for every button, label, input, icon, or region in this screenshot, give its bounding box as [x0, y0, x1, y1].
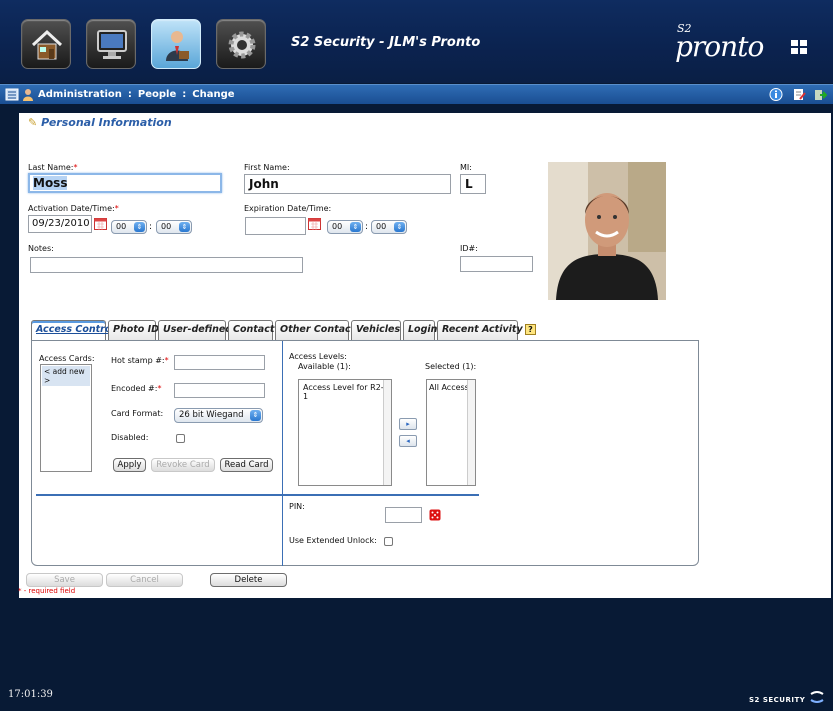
info-icon[interactable]	[769, 88, 783, 101]
tab-login[interactable]: Login	[403, 320, 437, 340]
notes-field[interactable]	[30, 257, 303, 273]
tab-access-control[interactable]: Access Control	[31, 320, 115, 340]
divider	[36, 494, 479, 496]
list-item[interactable]: Access Level for R2-1	[299, 380, 391, 404]
tab-user-defined[interactable]: User-defined	[158, 320, 232, 340]
access-levels-label: Access Levels:	[289, 352, 347, 361]
access-cards-list[interactable]: < add new >	[40, 364, 92, 472]
list-item[interactable]: < add new >	[42, 366, 90, 386]
encoded-label: Encoded #:*	[111, 384, 162, 393]
tab-contact[interactable]: Contact	[228, 320, 274, 340]
dice-icon[interactable]	[429, 509, 441, 521]
expiration-hour-select[interactable]: 00 ⇕	[327, 220, 363, 234]
expiration-label: Expiration Date/Time:	[244, 204, 332, 213]
read-card-button[interactable]: Read Card	[220, 458, 273, 472]
calendar-icon[interactable]	[308, 218, 321, 230]
pin-label: PIN:	[289, 502, 305, 511]
nav-people-button[interactable]	[151, 19, 201, 69]
first-name-label: First Name:	[244, 163, 290, 172]
calendar-icon[interactable]	[94, 218, 107, 230]
access-control-panel: Access Cards: < add new > Hot stamp #:* …	[31, 340, 699, 566]
revoke-card-button[interactable]: Revoke Card	[151, 458, 215, 472]
clock: 17:01:39	[8, 689, 53, 700]
extended-unlock-checkbox[interactable]	[384, 537, 393, 546]
app-header: S2 Security - JLM's Pronto S2 pronto	[0, 0, 833, 83]
last-name-label: Last Name:*	[28, 163, 78, 172]
expiration-minute-select[interactable]: 00 ⇕	[371, 220, 407, 234]
first-name-field[interactable]: John	[244, 174, 451, 194]
activation-date-field[interactable]: 09/23/2010	[28, 215, 92, 233]
apply-button[interactable]: Apply	[113, 458, 146, 472]
id-field[interactable]	[460, 256, 533, 272]
extended-unlock-label: Use Extended Unlock:	[289, 536, 377, 545]
available-label: Available (1):	[298, 362, 351, 371]
hotstamp-field[interactable]	[174, 355, 265, 370]
pin-field[interactable]	[385, 507, 422, 523]
logout-icon[interactable]	[813, 88, 827, 101]
pronto-logo: S2 pronto	[675, 22, 815, 68]
people-icon	[166, 31, 189, 61]
breadcrumb: Administration: People: Change	[38, 89, 235, 100]
encoded-field[interactable]	[174, 383, 265, 398]
disabled-checkbox[interactable]	[176, 434, 185, 443]
notes-label: Notes:	[28, 244, 54, 253]
hotstamp-label: Hot stamp #:*	[111, 356, 169, 365]
gear-icon	[228, 31, 256, 59]
tab-vehicles[interactable]: Vehicles	[351, 320, 401, 340]
notes-icon[interactable]	[792, 88, 806, 101]
save-button[interactable]: Save	[26, 573, 103, 587]
selected-label: Selected (1):	[425, 362, 477, 371]
breadcrumb-action: Change	[192, 89, 235, 100]
list-icon[interactable]	[5, 88, 19, 101]
card-format-select[interactable]: 26 bit Wiegand ⇕	[174, 408, 263, 423]
section-title: ✎ Personal Information	[28, 116, 172, 129]
selected-levels-list[interactable]: All Access	[426, 379, 476, 486]
divider	[282, 341, 283, 566]
move-left-button[interactable]: ◂	[399, 435, 417, 447]
mi-label: MI:	[460, 163, 472, 172]
mi-field[interactable]: L	[460, 174, 486, 194]
tab-other-contact[interactable]: Other Contact	[275, 320, 355, 340]
activation-hour-select[interactable]: 00 ⇕	[111, 220, 147, 234]
s2-logo-icon	[810, 691, 824, 703]
app-title: S2 Security - JLM's Pronto	[291, 35, 481, 50]
people-icon	[23, 89, 33, 101]
person-photo[interactable]	[548, 162, 666, 300]
monitor-icon	[97, 30, 127, 59]
available-levels-list[interactable]: Access Level for R2-1	[298, 379, 392, 486]
nav-home-button[interactable]	[21, 19, 71, 69]
delete-button[interactable]: Delete	[210, 573, 287, 587]
person-photo-image	[548, 162, 666, 300]
tab-photo-id[interactable]: Photo ID	[108, 320, 159, 340]
card-format-label: Card Format:	[111, 409, 164, 418]
cancel-button[interactable]: Cancel	[106, 573, 183, 587]
breadcrumb-bar: Administration: People: Change	[0, 84, 833, 104]
activation-label: Activation Date/Time:*	[28, 204, 119, 213]
id-label: ID#:	[460, 244, 478, 253]
s2-security-logo: S2 SECURITY	[749, 690, 825, 706]
last-name-field[interactable]: Moss	[28, 173, 222, 193]
move-right-button[interactable]: ▸	[399, 418, 417, 430]
breadcrumb-page[interactable]: People	[138, 89, 176, 100]
required-field-note: * - required field	[18, 587, 76, 595]
breadcrumb-section[interactable]: Administration	[38, 89, 122, 100]
nav-settings-button[interactable]	[216, 19, 266, 69]
tab-recent-activity[interactable]: Recent Activity	[437, 320, 523, 340]
disabled-label: Disabled:	[111, 433, 149, 442]
expiration-date-field[interactable]	[245, 217, 306, 235]
nav-monitor-button[interactable]	[86, 19, 136, 69]
person-form-panel: ✎ Personal Information Last Name:* Moss …	[18, 113, 831, 598]
pencil-icon: ✎	[28, 116, 38, 129]
activation-minute-select[interactable]: 00 ⇕	[156, 220, 192, 234]
home-icon	[31, 29, 63, 60]
help-icon[interactable]: ?	[525, 324, 536, 335]
access-cards-label: Access Cards:	[39, 354, 95, 363]
